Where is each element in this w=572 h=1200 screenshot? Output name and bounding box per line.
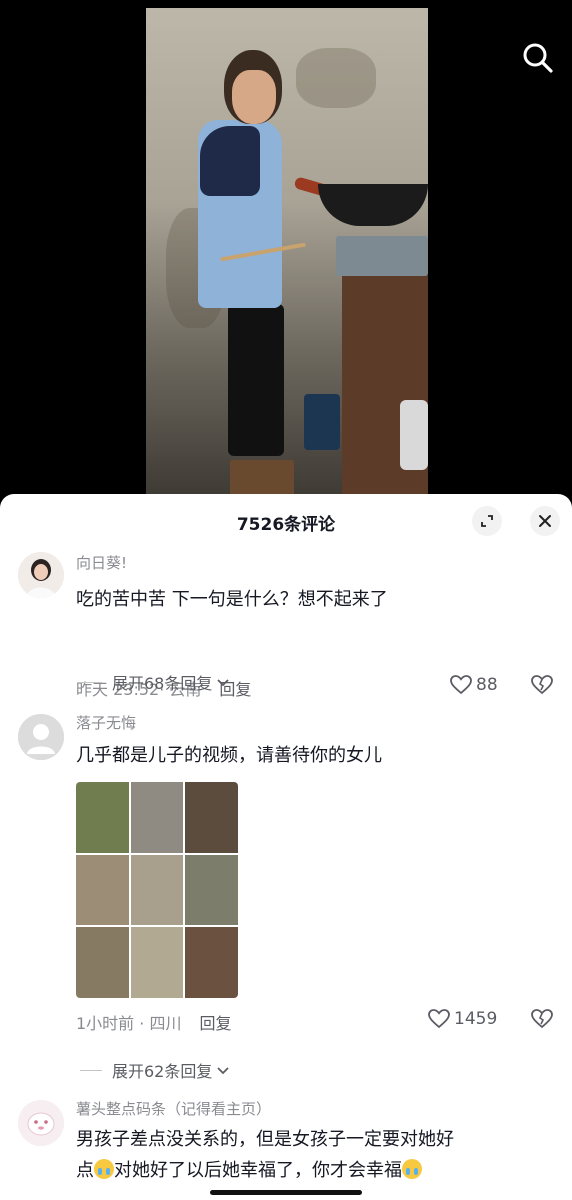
like-count: 88 [476, 675, 498, 695]
thumbnail [130, 782, 184, 853]
expand-replies-button[interactable]: 展开68条回复 [80, 670, 231, 694]
stool [230, 460, 294, 494]
comment-text-line: 男孩子差点没关系的，但是女孩子一定要对她好 [76, 1129, 454, 1150]
crying-emoji-icon [94, 1159, 114, 1179]
comment-item: 薯头整点码条（记得看主页） 男孩子差点没关系的，但是女孩子一定要对她好 点对她好… [0, 1098, 572, 1200]
comment-username[interactable]: 薯头整点码条（记得看主页） [76, 1098, 271, 1119]
thumbnail [185, 927, 238, 998]
reply-button[interactable]: 回复 [199, 1014, 231, 1033]
expand-replies-label: 展开68条回复 [112, 674, 213, 693]
comment-username[interactable]: 落子无悔 [76, 712, 136, 733]
comment-text-fragment: 对她好了以后她幸福了，你才会幸福 [114, 1160, 402, 1181]
comment-text: 吃的苦中苦 下一句是什么？想不起来了 [76, 589, 388, 610]
thumbnail [185, 782, 238, 853]
broken-heart-icon [531, 1009, 553, 1029]
avatar-image [18, 552, 64, 598]
comments-sheet: 7526条评论 向日葵! 吃的苦中苦 下一句是什么？想不起来了 昨天 23:52… [0, 494, 572, 1200]
like-button[interactable]: 88 [450, 675, 498, 695]
avatar[interactable] [18, 552, 64, 598]
avatar[interactable] [18, 1100, 64, 1146]
expand-sheet-button[interactable] [472, 506, 502, 536]
thumbnail [76, 927, 129, 998]
comment-text-line: 点对她好了以后她幸福了，你才会幸福 [76, 1155, 454, 1186]
dislike-button[interactable] [530, 1009, 554, 1033]
expand-replies-button[interactable]: 展开62条回复 [80, 1058, 231, 1082]
thumbnail [76, 854, 129, 926]
water-jug [400, 400, 428, 470]
comments-header: 7526条评论 [0, 494, 572, 548]
dislike-button[interactable] [530, 675, 554, 699]
thumbnail [130, 927, 184, 998]
divider-line [80, 681, 102, 683]
heart-icon [428, 1009, 450, 1029]
default-avatar-icon [18, 714, 64, 760]
comment-text: 几乎都是儿子的视频，请善待你的女儿 [76, 745, 382, 766]
search-button[interactable] [518, 38, 558, 78]
thumbnail [185, 854, 238, 926]
gas-stove [336, 236, 428, 276]
home-indicator [210, 1190, 362, 1195]
avatar[interactable] [18, 714, 64, 760]
chevron-down-icon [217, 679, 230, 687]
thumbnail [130, 854, 184, 926]
comment-time-location: 1小时前 · 四川 [76, 1014, 182, 1033]
comment-username[interactable]: 向日葵! [76, 552, 127, 573]
wall-stain [296, 48, 376, 108]
like-count: 1459 [454, 1009, 498, 1029]
girl-face [232, 70, 276, 124]
comment-text: 男孩子差点没关系的，但是女孩子一定要对她好 点对她好了以后她幸福了，你才会幸福 [76, 1124, 454, 1186]
wok [318, 184, 428, 226]
expand-icon [481, 515, 493, 527]
comment-image-grid[interactable] [76, 782, 238, 998]
comment-meta: 1小时前 · 四川 回复 [76, 1010, 231, 1034]
chevron-down-icon [217, 1067, 230, 1075]
avatar-image [18, 1100, 64, 1146]
comment-text-fragment: 点 [76, 1160, 94, 1181]
divider-line [80, 1069, 102, 1071]
close-icon [539, 515, 551, 527]
video-frame [146, 8, 428, 494]
video-player[interactable] [0, 0, 572, 500]
girl-collar [200, 126, 260, 196]
broken-heart-icon [531, 675, 553, 695]
thumbnail [76, 782, 129, 853]
bucket [304, 394, 340, 450]
expand-replies-label: 展开62条回复 [112, 1062, 213, 1081]
like-button[interactable]: 1459 [428, 1009, 497, 1029]
girl-legs [228, 304, 284, 456]
heart-icon [450, 675, 472, 695]
search-icon [523, 43, 553, 73]
close-sheet-button[interactable] [530, 506, 560, 536]
crying-emoji-icon [402, 1159, 422, 1179]
